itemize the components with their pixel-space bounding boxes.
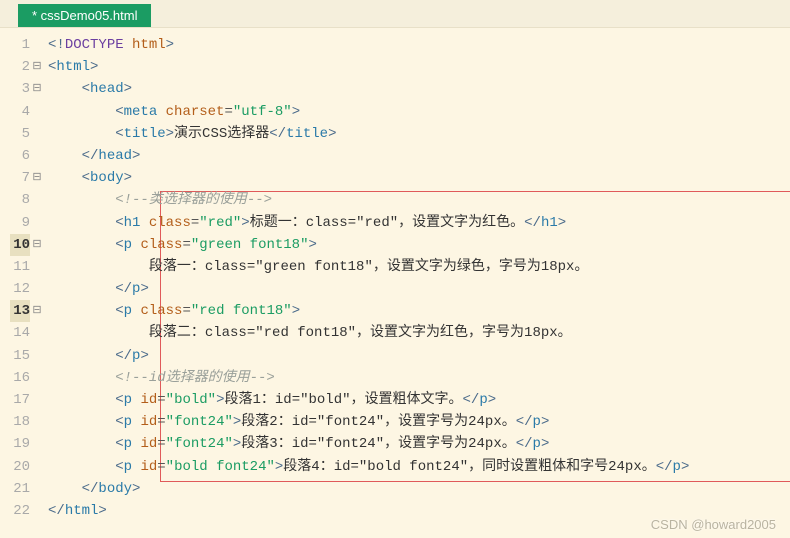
line-number: 21: [10, 478, 30, 500]
line-number: 2: [10, 56, 30, 78]
gutter-line: 19: [0, 433, 48, 455]
gutter: 12⊟3⊟4567⊟8910⊟111213⊟141516171819202122: [0, 28, 48, 538]
gutter-line: 22: [0, 500, 48, 522]
gutter-line: 6: [0, 145, 48, 167]
code-line: <title>演示CSS选择器</title>: [48, 123, 790, 145]
code-line: <meta charset="utf-8">: [48, 101, 790, 123]
gutter-line: 14: [0, 322, 48, 344]
gutter-line: 10⊟: [0, 234, 48, 256]
code-line: <p id="font24">段落3：id="font24"，设置字号为24px…: [48, 433, 790, 455]
gutter-line: 3⊟: [0, 78, 48, 100]
fold-icon[interactable]: ⊟: [30, 300, 44, 322]
gutter-line: 13⊟: [0, 300, 48, 322]
line-number: 16: [10, 367, 30, 389]
gutter-line: 12: [0, 278, 48, 300]
line-number: 22: [10, 500, 30, 522]
line-number: 5: [10, 123, 30, 145]
gutter-line: 18: [0, 411, 48, 433]
line-number: 7: [10, 167, 30, 189]
code-line: <!--id选择器的使用-->: [48, 367, 790, 389]
line-number: 11: [10, 256, 30, 278]
fold-icon[interactable]: ⊟: [30, 78, 44, 100]
code-line: <body>: [48, 167, 790, 189]
fold-icon[interactable]: ⊟: [30, 167, 44, 189]
line-number: 3: [10, 78, 30, 100]
gutter-line: 17: [0, 389, 48, 411]
line-number: 19: [10, 433, 30, 455]
line-number: 15: [10, 345, 30, 367]
code-line: 段落二：class="red font18"，设置文字为红色，字号为18px。: [48, 322, 790, 344]
code-line: 段落一：class="green font18"，设置文字为绿色，字号为18px…: [48, 256, 790, 278]
gutter-line: 4: [0, 101, 48, 123]
code-line: <p id="font24">段落2：id="font24"，设置字号为24px…: [48, 411, 790, 433]
file-tab-label: * cssDemo05.html: [32, 8, 137, 23]
code-line: <p id="bold">段落1：id="bold"，设置粗体文字。</p>: [48, 389, 790, 411]
gutter-line: 21: [0, 478, 48, 500]
code-area[interactable]: <!DOCTYPE html> <html> <head> <meta char…: [48, 28, 790, 538]
tab-bar: * cssDemo05.html: [0, 0, 790, 28]
code-line: <p id="bold font24">段落4：id="bold font24"…: [48, 456, 790, 478]
line-number: 20: [10, 456, 30, 478]
code-line: </p>: [48, 278, 790, 300]
gutter-line: 7⊟: [0, 167, 48, 189]
line-number: 8: [10, 189, 30, 211]
line-number: 1: [10, 34, 30, 56]
gutter-line: 1: [0, 34, 48, 56]
line-number: 17: [10, 389, 30, 411]
gutter-line: 16: [0, 367, 48, 389]
code-line: <!DOCTYPE html>: [48, 34, 790, 56]
fold-icon[interactable]: ⊟: [30, 234, 44, 256]
line-number: 9: [10, 212, 30, 234]
code-line: </head>: [48, 145, 790, 167]
gutter-line: 5: [0, 123, 48, 145]
gutter-line: 8: [0, 189, 48, 211]
code-line: <html>: [48, 56, 790, 78]
code-line: </p>: [48, 345, 790, 367]
code-line: </body>: [48, 478, 790, 500]
gutter-line: 11: [0, 256, 48, 278]
line-number: 10: [10, 234, 30, 256]
watermark: CSDN @howard2005: [651, 517, 776, 532]
line-number: 18: [10, 411, 30, 433]
line-number: 13: [10, 300, 30, 322]
line-number: 12: [10, 278, 30, 300]
code-line: <!--类选择器的使用-->: [48, 189, 790, 211]
editor: 12⊟3⊟4567⊟8910⊟111213⊟141516171819202122…: [0, 28, 790, 538]
line-number: 6: [10, 145, 30, 167]
gutter-line: 20: [0, 456, 48, 478]
code-line: <p class="green font18">: [48, 234, 790, 256]
editor-window: * cssDemo05.html 12⊟3⊟4567⊟8910⊟111213⊟1…: [0, 0, 790, 538]
fold-icon[interactable]: ⊟: [30, 56, 44, 78]
file-tab[interactable]: * cssDemo05.html: [18, 4, 151, 27]
code-line: <p class="red font18">: [48, 300, 790, 322]
code-line: <head>: [48, 78, 790, 100]
line-number: 14: [10, 322, 30, 344]
gutter-line: 15: [0, 345, 48, 367]
gutter-line: 9: [0, 212, 48, 234]
code-line: <h1 class="red">标题一：class="red"，设置文字为红色。…: [48, 212, 790, 234]
gutter-line: 2⊟: [0, 56, 48, 78]
line-number: 4: [10, 101, 30, 123]
